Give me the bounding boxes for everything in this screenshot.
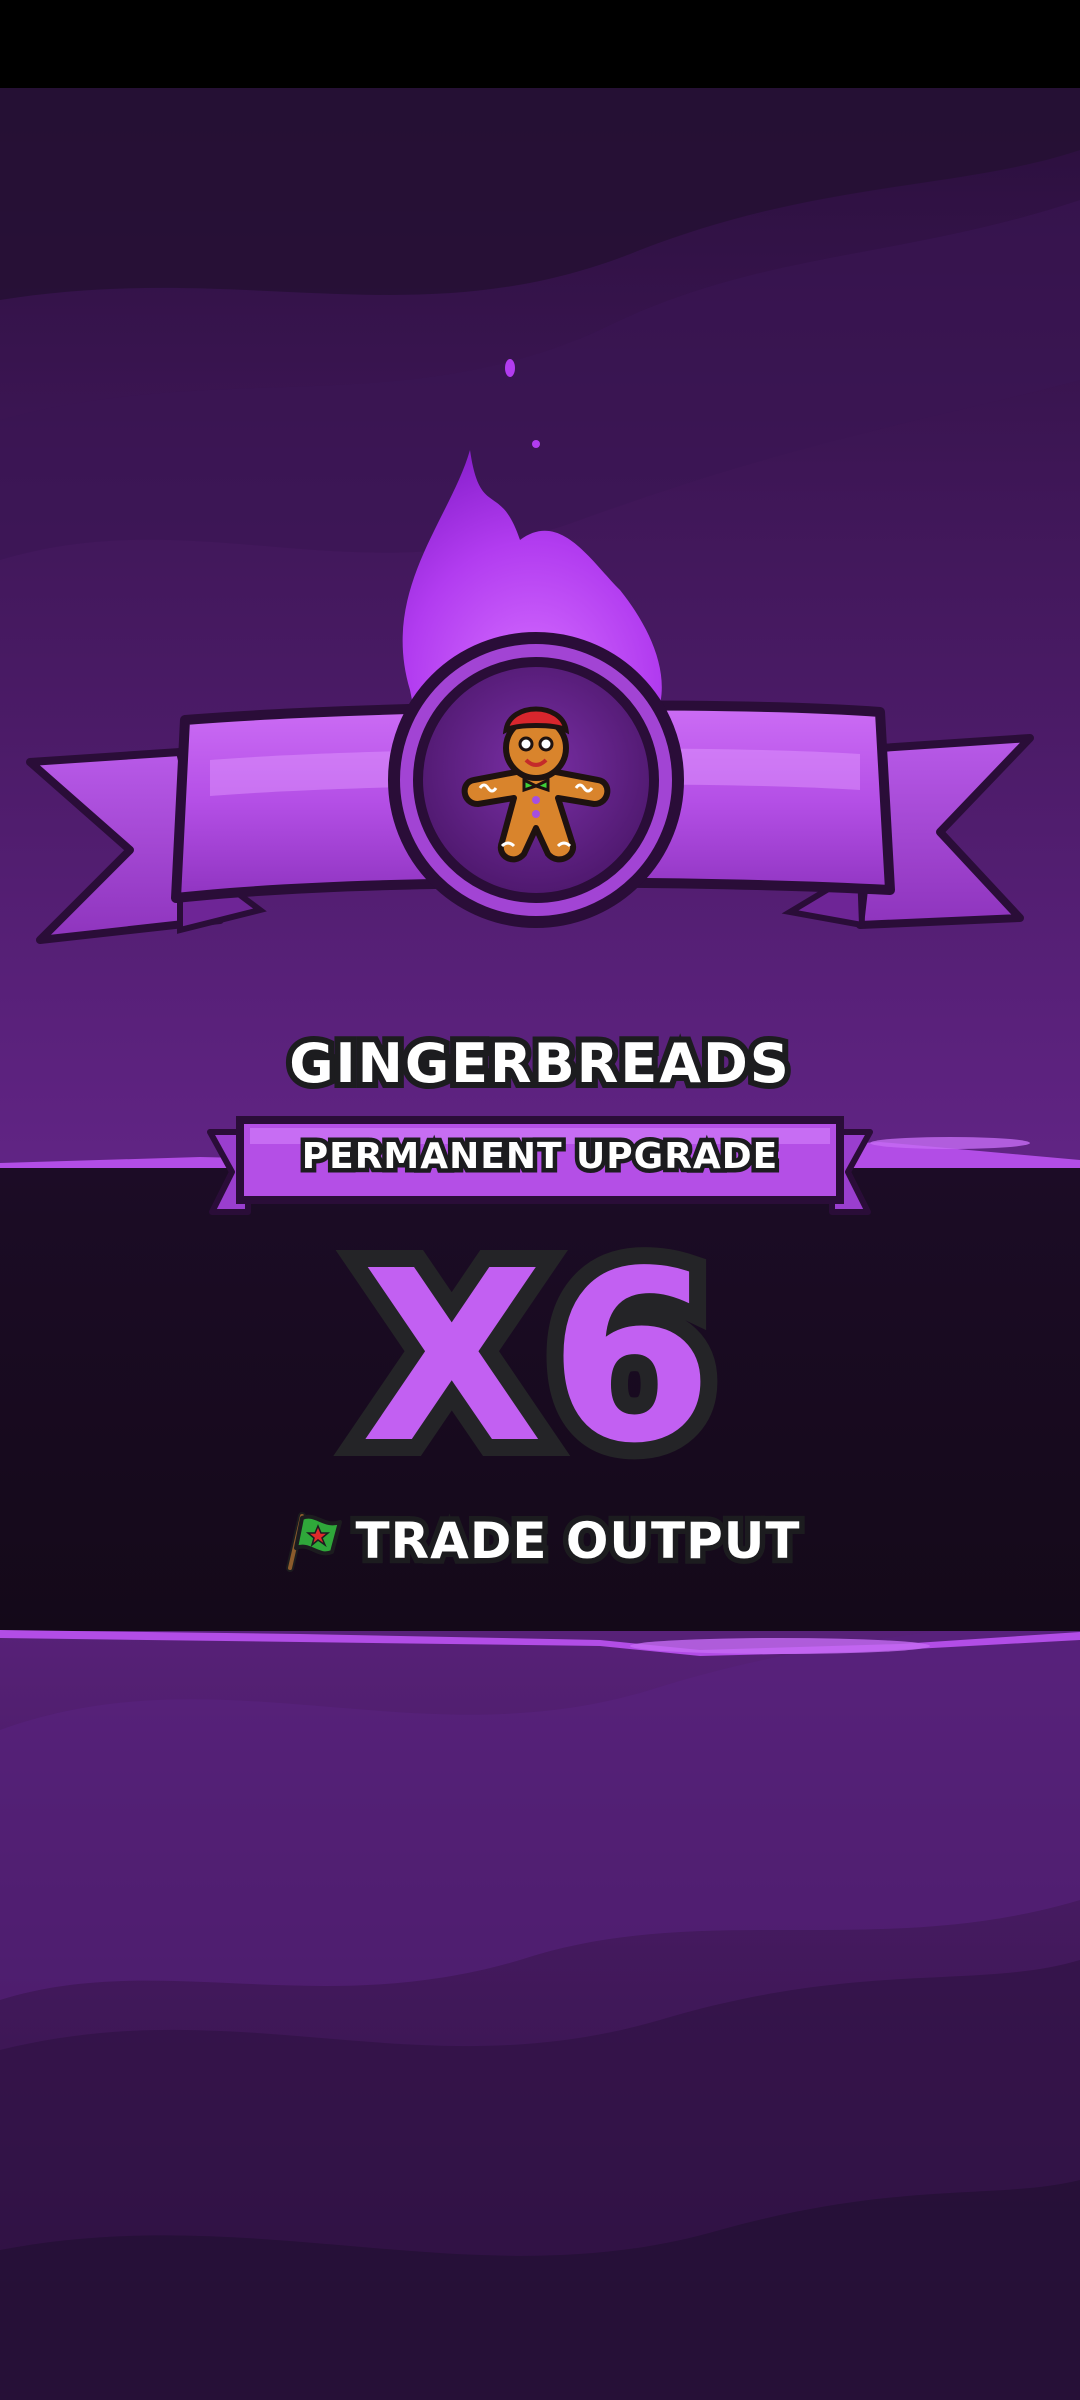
upgrade-type-label: PERMANENT UPGRADE — [297, 1132, 782, 1182]
flame-spark — [505, 359, 515, 377]
status-bar — [0, 0, 1080, 88]
flame-spark — [532, 440, 540, 448]
item-name-title: GINGERBREADS — [283, 1026, 795, 1101]
stat-row: TRADE OUTPUT — [0, 1506, 1080, 1576]
band-glow-puddle — [630, 1638, 930, 1654]
stat-label: TRADE OUTPUT — [350, 1507, 805, 1576]
game-screen: GINGERBREADS PERMANENT UPGRADE X6 TRADE … — [0, 0, 1080, 2400]
flag-icon — [285, 1512, 342, 1572]
multiplier-value: X6 — [344, 1220, 730, 1495]
